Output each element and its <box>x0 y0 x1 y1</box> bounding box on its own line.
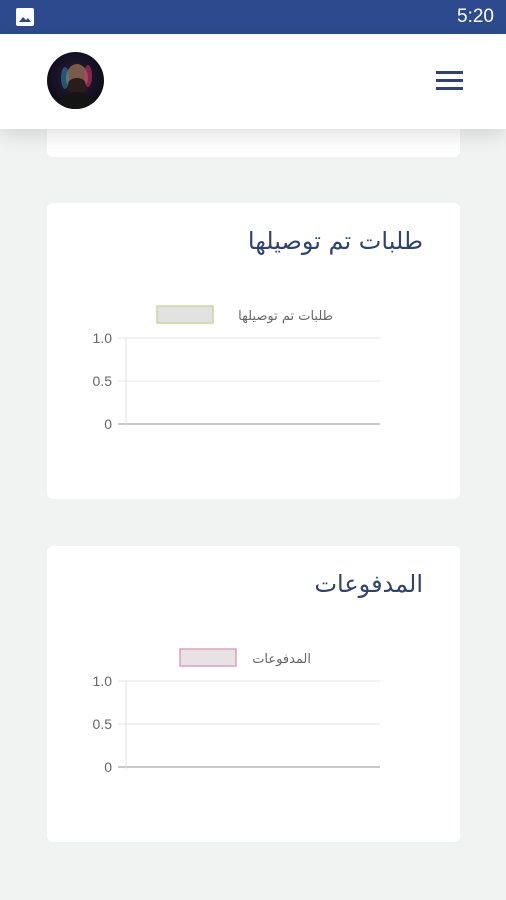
user-avatar[interactable] <box>47 52 104 109</box>
delivered-orders-chart: طلبات تم توصيلها 1.0 0.5 0 <box>93 305 380 432</box>
avatar-image <box>47 52 104 109</box>
delivered-orders-card: طلبات تم توصيلها طلبات تم توصيلها 1.0 0.5… <box>47 203 460 499</box>
status-time: 5:20 <box>457 6 494 27</box>
image-icon <box>16 8 34 26</box>
app-header <box>0 34 506 129</box>
chart-grid <box>118 337 380 425</box>
y-tick-label: 1.0 <box>93 330 113 346</box>
y-tick-label: 0 <box>104 416 112 432</box>
legend-swatch[interactable] <box>156 305 214 324</box>
legend-label: المدفوعات <box>252 652 311 667</box>
legend-swatch[interactable] <box>179 648 237 667</box>
y-tick-label: 1.0 <box>93 673 113 689</box>
y-tick-label: 0.5 <box>93 373 113 389</box>
payments-card: المدفوعات المدفوعات 1.0 0.5 0 <box>47 546 460 842</box>
status-bar: 5:20 <box>0 0 506 34</box>
chart-grid <box>118 680 380 768</box>
payments-chart: المدفوعات 1.0 0.5 0 <box>93 648 380 775</box>
hamburger-menu-icon[interactable] <box>436 70 464 92</box>
y-tick-label: 0 <box>104 759 112 775</box>
y-tick-label: 0.5 <box>93 716 113 732</box>
legend-label: طلبات تم توصيلها <box>238 309 333 324</box>
